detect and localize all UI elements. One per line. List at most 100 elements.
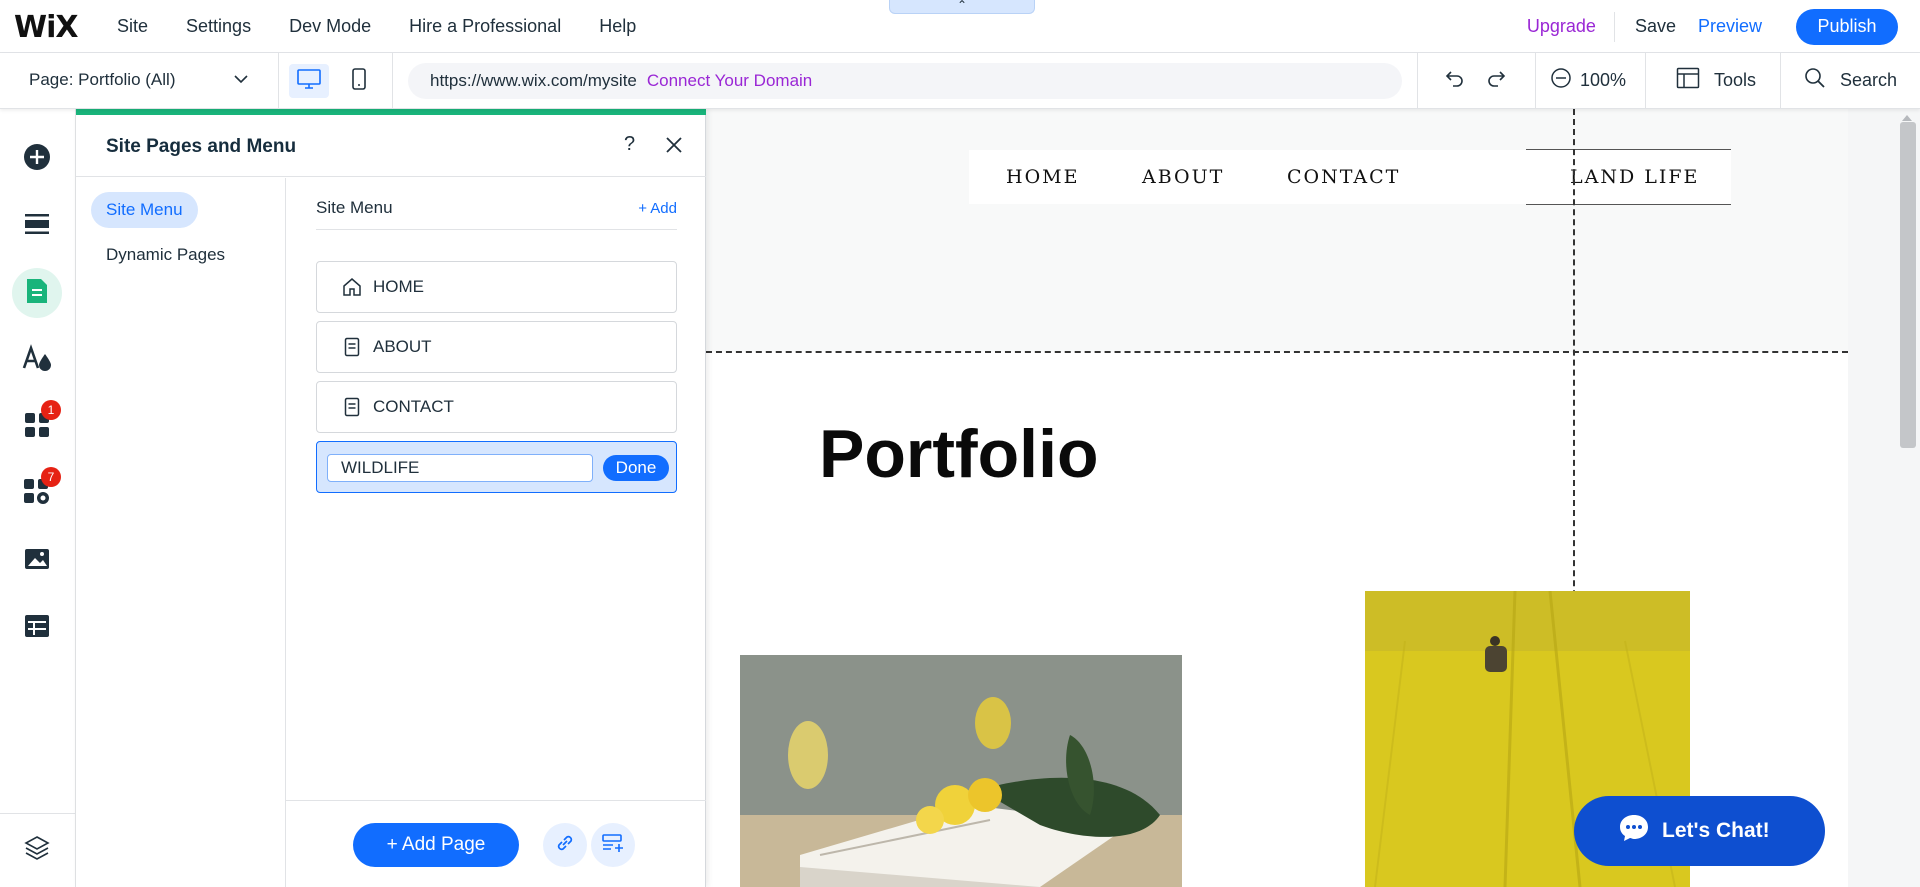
nav-site-menu[interactable]: Site Menu xyxy=(91,192,198,228)
menu-item-home[interactable]: HOME xyxy=(316,261,677,313)
site-menu-section: Site Menu + Add HOME ABOUT CONTACT Done xyxy=(286,178,706,887)
preview-button[interactable]: Preview xyxy=(1698,16,1796,37)
search-icon xyxy=(1804,67,1826,94)
lets-chat-button[interactable]: Let's Chat! xyxy=(1574,796,1825,866)
page-icon xyxy=(341,396,363,418)
help-icon[interactable]: ? xyxy=(624,133,635,156)
panel-footer: + Add Page xyxy=(286,800,706,887)
menu-settings[interactable]: Settings xyxy=(186,16,251,37)
add-menu-button[interactable] xyxy=(591,823,635,867)
panel-header: Site Pages and Menu ? xyxy=(76,115,706,177)
publish-button[interactable]: Publish xyxy=(1796,8,1898,45)
rename-input[interactable] xyxy=(327,454,593,482)
header-boundary-guide xyxy=(706,351,1848,353)
site-pages-panel: Site Pages and Menu ? Site Menu Dynamic … xyxy=(76,109,706,887)
layers-button[interactable] xyxy=(12,825,62,875)
mobile-view-button[interactable] xyxy=(339,64,379,98)
divider xyxy=(1780,53,1781,108)
pages-icon xyxy=(26,278,48,309)
link-icon xyxy=(554,832,576,859)
divider xyxy=(0,813,76,814)
cms-button[interactable] xyxy=(12,603,62,653)
divider xyxy=(392,53,393,108)
connect-domain-link[interactable]: Connect Your Domain xyxy=(647,71,812,91)
close-icon[interactable] xyxy=(664,135,684,160)
chat-icon xyxy=(1618,813,1650,849)
editor-canvas[interactable]: HOME ABOUT CONTACT LAND LIFE Portfolio xyxy=(706,109,1848,887)
undo-button[interactable] xyxy=(1443,53,1467,108)
menu-item-label: CONTACT xyxy=(373,397,454,416)
add-menu-item-link[interactable]: + Add xyxy=(638,200,677,217)
media-button[interactable] xyxy=(12,536,62,586)
add-elements-button[interactable] xyxy=(12,134,62,184)
top-bar: WiX Site Settings Dev Mode Hire a Profes… xyxy=(0,0,1920,53)
zoom-control[interactable]: 100% xyxy=(1550,53,1626,108)
site-url-bar: https://www.wix.com/mysite Connect Your … xyxy=(408,63,1402,99)
business-badge: 7 xyxy=(41,467,61,487)
panel-title: Site Pages and Menu xyxy=(106,136,297,157)
divider xyxy=(1417,53,1418,108)
design-icon xyxy=(22,343,52,377)
flowers-book-image[interactable] xyxy=(740,655,1182,887)
menu-site[interactable]: Site xyxy=(117,16,148,37)
add-apps-button[interactable]: 1 xyxy=(12,400,62,452)
site-header[interactable]: HOME ABOUT CONTACT LAND LIFE xyxy=(706,109,1848,352)
site-design-button[interactable] xyxy=(12,335,62,385)
left-toolbar: 1 7 xyxy=(0,109,76,887)
business-apps-button[interactable]: 7 xyxy=(12,467,62,519)
menu-help[interactable]: Help xyxy=(599,16,636,37)
top-menu: Site Settings Dev Mode Hire a Profession… xyxy=(117,0,674,53)
site-menu-header: Site Menu + Add xyxy=(316,198,677,230)
menu-dev-mode[interactable]: Dev Mode xyxy=(289,16,371,37)
redo-icon xyxy=(1484,66,1508,95)
editor-toolbar: Page: Portfolio (All) https://www.wix.co… xyxy=(0,53,1920,109)
selected-menu-item-outline xyxy=(1526,149,1731,205)
divider xyxy=(278,53,279,108)
upgrade-link[interactable]: Upgrade xyxy=(1527,16,1614,37)
page-icon xyxy=(341,336,363,358)
add-section-button[interactable] xyxy=(12,201,62,251)
add-link-button[interactable] xyxy=(543,823,587,867)
tools-button[interactable]: Tools xyxy=(1676,53,1756,108)
menu-item-contact[interactable]: CONTACT xyxy=(316,381,677,433)
plus-circle-icon xyxy=(23,143,51,176)
collapse-toolbar-button[interactable]: ⌃ xyxy=(889,0,1035,14)
tools-label: Tools xyxy=(1714,70,1757,90)
home-icon xyxy=(341,276,363,298)
site-nav-about[interactable]: ABOUT xyxy=(1142,166,1224,188)
redo-button[interactable] xyxy=(1484,53,1508,108)
page-prefix: Page: xyxy=(29,70,74,89)
sections-icon xyxy=(24,213,50,240)
desktop-view-button[interactable] xyxy=(289,64,329,98)
site-nav-home[interactable]: HOME xyxy=(1006,166,1079,188)
media-icon xyxy=(24,548,50,575)
add-page-button[interactable]: + Add Page xyxy=(353,823,519,867)
divider xyxy=(1535,53,1536,108)
search-button[interactable]: Search xyxy=(1804,53,1897,108)
pages-menu-button[interactable] xyxy=(12,268,62,318)
page-selector[interactable]: Page: Portfolio (All) xyxy=(29,70,175,90)
apps-badge: 1 xyxy=(41,400,61,420)
search-label: Search xyxy=(1840,70,1898,90)
tools-icon xyxy=(1676,67,1700,94)
menu-item-about[interactable]: ABOUT xyxy=(316,321,677,373)
mobile-icon xyxy=(351,67,367,96)
canvas-scrollbar-thumb[interactable] xyxy=(1900,122,1916,448)
menu-hire-professional[interactable]: Hire a Professional xyxy=(409,16,561,37)
nav-dynamic-pages[interactable]: Dynamic Pages xyxy=(91,237,240,273)
save-button[interactable]: Save xyxy=(1615,16,1698,37)
site-url: https://www.wix.com/mysite xyxy=(430,71,637,90)
site-menu-title: Site Menu xyxy=(316,198,393,217)
chevron-down-icon[interactable] xyxy=(231,69,251,94)
wix-logo[interactable]: WiX xyxy=(14,10,79,45)
site-nav-contact[interactable]: CONTACT xyxy=(1287,166,1400,188)
page-title[interactable]: Portfolio xyxy=(819,415,1099,493)
done-button[interactable]: Done xyxy=(603,455,669,481)
zoom-out-icon xyxy=(1550,67,1572,94)
cms-icon xyxy=(24,614,50,643)
panel-nav: Site Menu Dynamic Pages xyxy=(76,178,286,887)
page-name: Portfolio (All) xyxy=(78,70,176,89)
zoom-level: 100% xyxy=(1580,70,1627,90)
layers-icon xyxy=(24,835,50,866)
menu-item-label: ABOUT xyxy=(373,337,432,356)
